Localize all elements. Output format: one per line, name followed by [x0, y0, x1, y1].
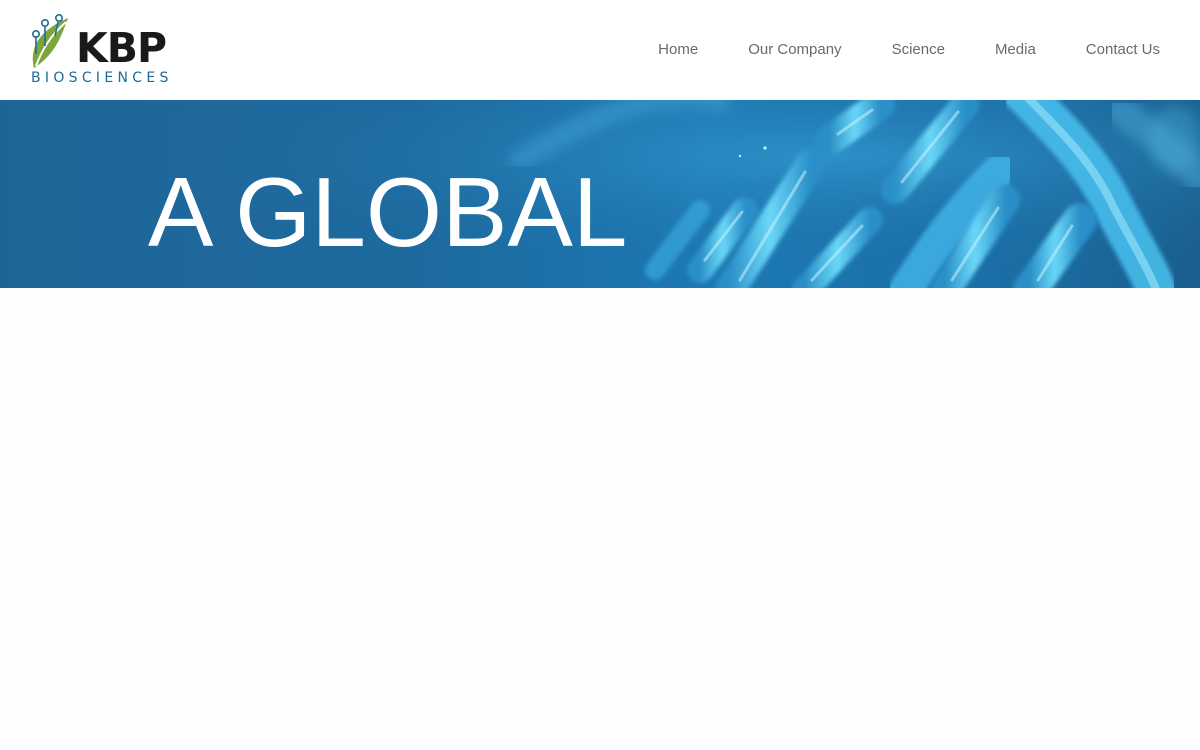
hero-headline: A GLOBAL LEADER IN DRUG — [148, 157, 981, 288]
nav-home[interactable]: Home — [658, 40, 698, 60]
nav-media[interactable]: Media — [995, 40, 1036, 60]
main-navigation: Home Our Company Science Media Contact U… — [658, 40, 1160, 60]
logo-wordmark: KBP — [76, 24, 167, 72]
nav-science[interactable]: Science — [892, 40, 945, 60]
logo-tagline: BIOSCIENCES — [31, 70, 173, 86]
kbp-biosciences-logo[interactable]: KBP BIOSCIENCES — [28, 10, 170, 92]
nav-contact-us[interactable]: Contact Us — [1086, 40, 1160, 60]
leaf-circuit-icon — [32, 14, 68, 68]
nav-our-company[interactable]: Our Company — [748, 40, 841, 60]
site-header: KBP BIOSCIENCES Home Our Company Science… — [0, 0, 1200, 100]
hero-banner: A GLOBAL LEADER IN DRUG — [0, 100, 1200, 288]
